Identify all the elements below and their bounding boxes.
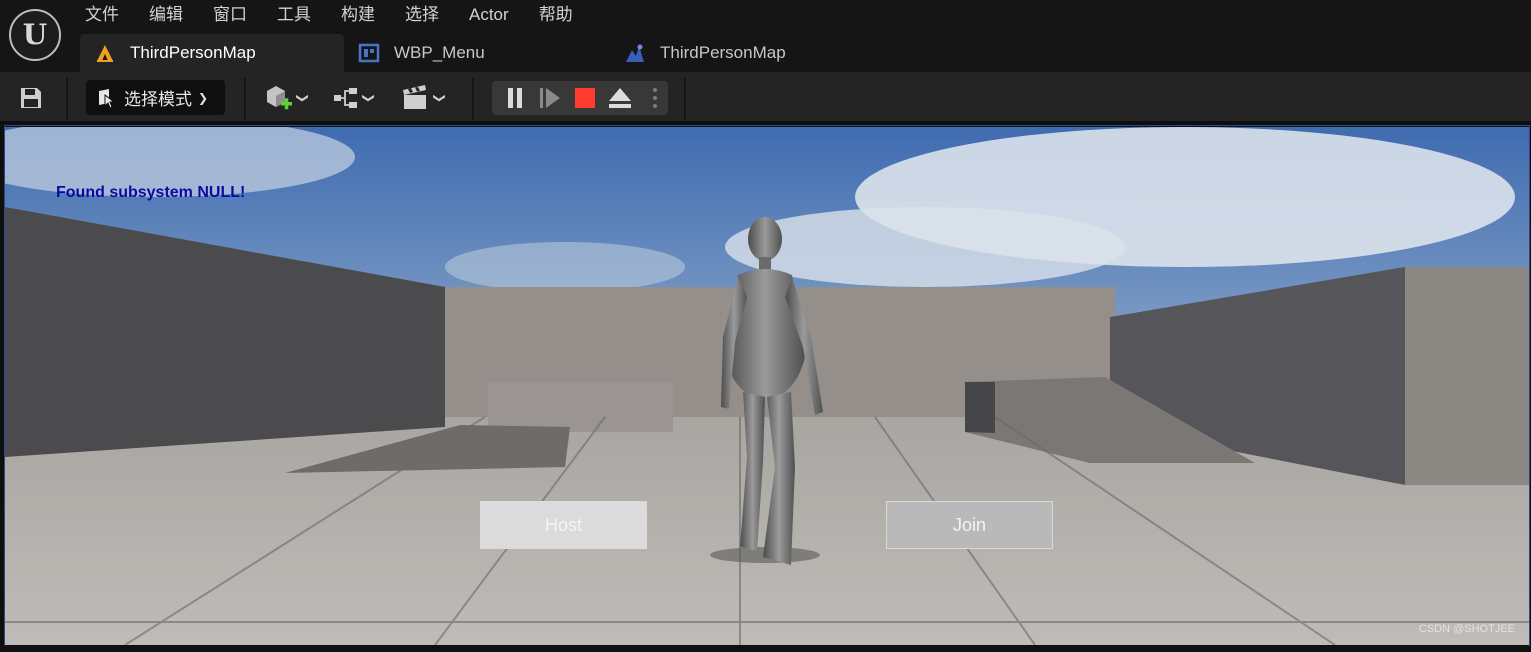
right-wall-face (1405, 267, 1529, 485)
eject-icon (609, 88, 631, 108)
save-icon (21, 88, 41, 108)
more-options-icon (653, 88, 657, 108)
tab-label: ThirdPersonMap (130, 43, 256, 62)
tab-label: WBP_Menu (394, 43, 485, 62)
menu-build[interactable]: 构建 (326, 0, 390, 30)
add-actor-icon (267, 86, 292, 110)
blueprint-dropdown[interactable]: ❯ (332, 82, 377, 114)
selection-mode-label: 选择模式 (124, 90, 192, 109)
selection-mode-dropdown[interactable]: 选择模式 ❯ (86, 80, 225, 115)
tab-wbp-menu[interactable]: WBP_Menu (344, 34, 610, 72)
frame-skip-button[interactable] (537, 81, 563, 115)
toolbar-divider (684, 78, 686, 120)
pause-button[interactable] (502, 81, 528, 115)
menu-bar: 文件 编辑 窗口 工具 构建 选择 Actor 帮助 (70, 0, 588, 30)
menu-file[interactable]: 文件 (70, 0, 134, 30)
join-button[interactable]: Join (886, 501, 1053, 549)
toolbar-divider (66, 78, 68, 120)
menu-help[interactable]: 帮助 (524, 0, 588, 30)
menu-window[interactable]: 窗口 (198, 0, 262, 30)
tab-thirdpersonmap-map[interactable]: ThirdPersonMap (610, 34, 910, 72)
bottom-strip (0, 646, 1531, 652)
unreal-logo-icon[interactable]: U (9, 9, 61, 61)
watermark: CSDN @SHOTJEE (1418, 623, 1515, 635)
tab-thirdpersonmap-level[interactable]: ThirdPersonMap (80, 34, 344, 72)
play-controls (492, 81, 668, 115)
document-tabs: ThirdPersonMap WBP_Menu ThirdPersonMap (80, 34, 910, 72)
chevron-down-icon: ❯ (198, 90, 209, 105)
cinematics-dropdown[interactable]: ❯ (401, 82, 448, 114)
menu-edit[interactable]: 编辑 (134, 0, 198, 30)
menu-select[interactable]: 选择 (390, 0, 454, 30)
chevron-down-icon: ❯ (296, 92, 311, 104)
toolbar-divider (472, 78, 474, 120)
stop-icon (575, 88, 595, 108)
level-scene (5, 127, 1529, 645)
pause-icon (508, 88, 522, 108)
save-button[interactable] (16, 84, 46, 112)
chevron-down-icon: ❯ (362, 92, 377, 104)
toolbar-divider (244, 78, 246, 120)
game-viewport[interactable]: Found subsystem NULL! Host Join CSDN @SH… (5, 127, 1529, 645)
frame-skip-icon (540, 88, 560, 108)
level-icon (94, 42, 116, 64)
eject-button[interactable] (605, 81, 635, 115)
right-ramp-side (965, 382, 995, 433)
menu-actor[interactable]: Actor (454, 0, 524, 30)
widget-blueprint-icon (358, 42, 380, 64)
title-bar: U 文件 编辑 窗口 工具 构建 选择 Actor 帮助 ThirdPerson… (0, 0, 1531, 72)
debug-message: Found subsystem NULL! (56, 184, 246, 201)
menu-tools[interactable]: 工具 (262, 0, 326, 30)
tab-label: ThirdPersonMap (660, 43, 786, 62)
add-actor-dropdown[interactable]: ❯ (264, 82, 311, 114)
platform-cylinder (488, 382, 673, 432)
clapperboard-icon (403, 85, 426, 109)
select-cursor-icon (99, 88, 116, 109)
blueprint-graph-icon (334, 88, 357, 108)
level-toolbar: 选择模式 ❯ ❯ ❯ ❯ (0, 72, 1531, 124)
cloud (445, 242, 685, 292)
chevron-down-icon: ❯ (433, 92, 448, 104)
play-options-button[interactable] (642, 81, 668, 115)
stop-button[interactable] (572, 81, 598, 115)
host-button[interactable]: Host (480, 501, 647, 549)
map-icon (624, 42, 646, 64)
